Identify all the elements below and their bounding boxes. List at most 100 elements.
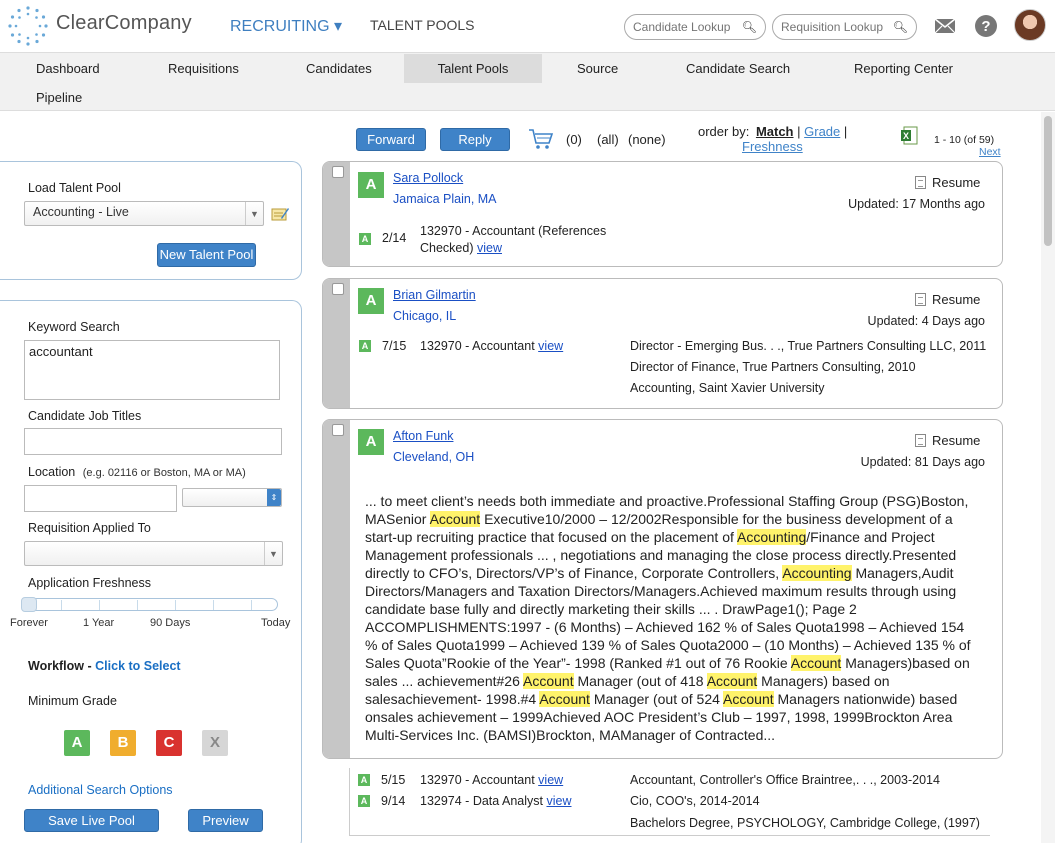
- resume-label: Resume: [932, 175, 981, 190]
- candidate-name-link[interactable]: Brian Gilmartin: [393, 288, 476, 302]
- next-page-link[interactable]: Next: [979, 146, 1001, 158]
- req-title: 132970 - Accountant (References: [420, 224, 607, 238]
- req-view-link[interactable]: view: [538, 773, 563, 787]
- candidate-name-link[interactable]: Afton Funk: [393, 429, 453, 443]
- req-view-link[interactable]: view: [477, 241, 502, 255]
- resume-link[interactable]: Resume: [915, 433, 980, 448]
- grade-x-button[interactable]: X: [202, 730, 228, 756]
- select-none-link[interactable]: (none): [628, 132, 666, 147]
- tab-talent-pools[interactable]: Talent Pools: [404, 54, 542, 83]
- req-grade-badge: A: [359, 233, 371, 245]
- pagination-text: 1 - 10 (of 59): [934, 134, 995, 146]
- page-scrollbar[interactable]: [1041, 112, 1055, 843]
- req-title: 132974 - Data Analyst: [420, 794, 543, 808]
- search-panel: Keyword Search accountant Candidate Job …: [0, 300, 302, 843]
- document-icon: [915, 434, 926, 447]
- requisition-applied-select[interactable]: ▼: [24, 541, 283, 566]
- requisition-lookup: 🔍︎: [772, 14, 917, 40]
- resume-link[interactable]: Resume: [915, 175, 980, 190]
- freshness-tick-today: Today: [261, 617, 291, 629]
- brand-name: ClearCompany: [56, 12, 192, 34]
- requisition-applied-label: Requisition Applied To: [28, 521, 151, 535]
- main-tabs: Dashboard Requisitions Candidates Talent…: [0, 52, 1055, 111]
- forward-button[interactable]: Forward: [356, 128, 426, 151]
- edit-pool-icon[interactable]: [271, 206, 289, 222]
- workflow-select-link[interactable]: Click to Select: [95, 659, 180, 673]
- req-score: 5/15: [381, 773, 406, 787]
- candidate-name-link[interactable]: Sara Pollock: [393, 171, 463, 185]
- order-separator: |: [797, 124, 801, 139]
- save-live-pool-button[interactable]: Save Live Pool: [24, 809, 159, 832]
- order-freshness-link[interactable]: Freshness: [742, 139, 803, 154]
- freshness-slider[interactable]: [21, 597, 278, 612]
- candidate-checkbox[interactable]: [332, 166, 344, 178]
- help-icon[interactable]: ?: [974, 14, 998, 38]
- req-score: 2/14: [382, 231, 407, 245]
- pool-select[interactable]: Accounting - Live ▼: [24, 201, 264, 226]
- workflow-label: Workflow -: [28, 659, 92, 673]
- req-score: 9/14: [381, 794, 406, 808]
- nav-recruiting[interactable]: RECRUITING ▾: [230, 16, 342, 36]
- logo-icon[interactable]: [6, 4, 50, 48]
- requisition-lookup-input[interactable]: [781, 20, 891, 34]
- tab-source[interactable]: Source: [577, 54, 618, 83]
- resume-label: Resume: [932, 292, 981, 307]
- location-input[interactable]: [24, 485, 177, 512]
- search-icon[interactable]: 🔍︎: [742, 20, 757, 34]
- grade-c-button[interactable]: C: [156, 730, 182, 756]
- grade-b-button[interactable]: B: [110, 730, 136, 756]
- additional-search-options-link[interactable]: Additional Search Options: [28, 783, 173, 797]
- cart-icon[interactable]: [528, 128, 554, 150]
- candidate-location: Jamaica Plain, MA: [393, 192, 497, 206]
- resume-label: Resume: [932, 433, 981, 448]
- history-item: Cio, COO's, 2014-2014: [630, 794, 760, 808]
- order-by-label: order by:: [698, 124, 750, 139]
- tab-candidates[interactable]: Candidates: [306, 54, 372, 83]
- updated-text: Updated: 4 Days ago: [867, 314, 985, 328]
- keyword-highlight: Account: [429, 511, 481, 527]
- order-grade-link[interactable]: Grade: [804, 124, 840, 139]
- updated-text: Updated: 81 Days ago: [860, 455, 985, 469]
- tab-reporting-center[interactable]: Reporting Center: [854, 54, 953, 83]
- candidate-lookup: 🔍︎: [624, 14, 766, 40]
- new-talent-pool-button[interactable]: New Talent Pool: [157, 243, 256, 267]
- tab-candidate-search[interactable]: Candidate Search: [686, 54, 790, 83]
- search-icon[interactable]: 🔍︎: [893, 20, 908, 34]
- candidate-grade-badge: A: [358, 288, 384, 314]
- keyword-search-input[interactable]: accountant: [24, 340, 280, 400]
- keyword-highlight: Account: [539, 691, 590, 707]
- req-title: 132970 - Accountant: [420, 773, 535, 787]
- pool-select-value: Accounting - Live: [33, 205, 129, 219]
- chevron-down-icon: ▼: [245, 202, 263, 225]
- minimum-grade-label: Minimum Grade: [28, 694, 117, 708]
- mail-icon[interactable]: [933, 14, 957, 38]
- nav-talent-pools[interactable]: TALENT POOLS: [370, 17, 475, 33]
- freshness-label: Application Freshness: [28, 576, 151, 590]
- app-header: ClearCompany RECRUITING ▾ TALENT POOLS 🔍…: [0, 0, 1055, 52]
- req-view-link[interactable]: view: [538, 339, 563, 353]
- select-all-link[interactable]: (all): [597, 132, 619, 147]
- load-talent-pool-panel: Load Talent Pool Accounting - Live ▼ New…: [0, 161, 302, 280]
- tab-dashboard[interactable]: Dashboard: [36, 54, 100, 83]
- excel-export-icon[interactable]: X: [900, 126, 918, 146]
- grade-a-button[interactable]: A: [64, 730, 90, 756]
- req-title-row: 132970 - Accountant view: [420, 773, 563, 787]
- tab-pipeline[interactable]: Pipeline: [36, 83, 82, 112]
- avatar[interactable]: [1014, 9, 1046, 41]
- resume-link[interactable]: Resume: [915, 292, 980, 307]
- location-radius-select[interactable]: ⇕: [182, 488, 282, 507]
- candidate-checkbox[interactable]: [332, 283, 344, 295]
- reply-button[interactable]: Reply: [440, 128, 510, 151]
- freshness-slider-handle[interactable]: [21, 597, 37, 612]
- req-view-link[interactable]: view: [546, 794, 571, 808]
- job-titles-input[interactable]: [24, 428, 282, 455]
- scrollbar-thumb[interactable]: [1044, 116, 1052, 246]
- keyword-search-label: Keyword Search: [28, 320, 120, 334]
- candidate-lookup-input[interactable]: [633, 20, 743, 34]
- workflow-row: Workflow - Click to Select: [28, 659, 181, 673]
- candidate-checkbox[interactable]: [332, 424, 344, 436]
- order-match-link[interactable]: Match: [756, 124, 794, 139]
- document-icon: [915, 293, 926, 306]
- tab-requisitions[interactable]: Requisitions: [168, 54, 239, 83]
- preview-button[interactable]: Preview: [188, 809, 263, 832]
